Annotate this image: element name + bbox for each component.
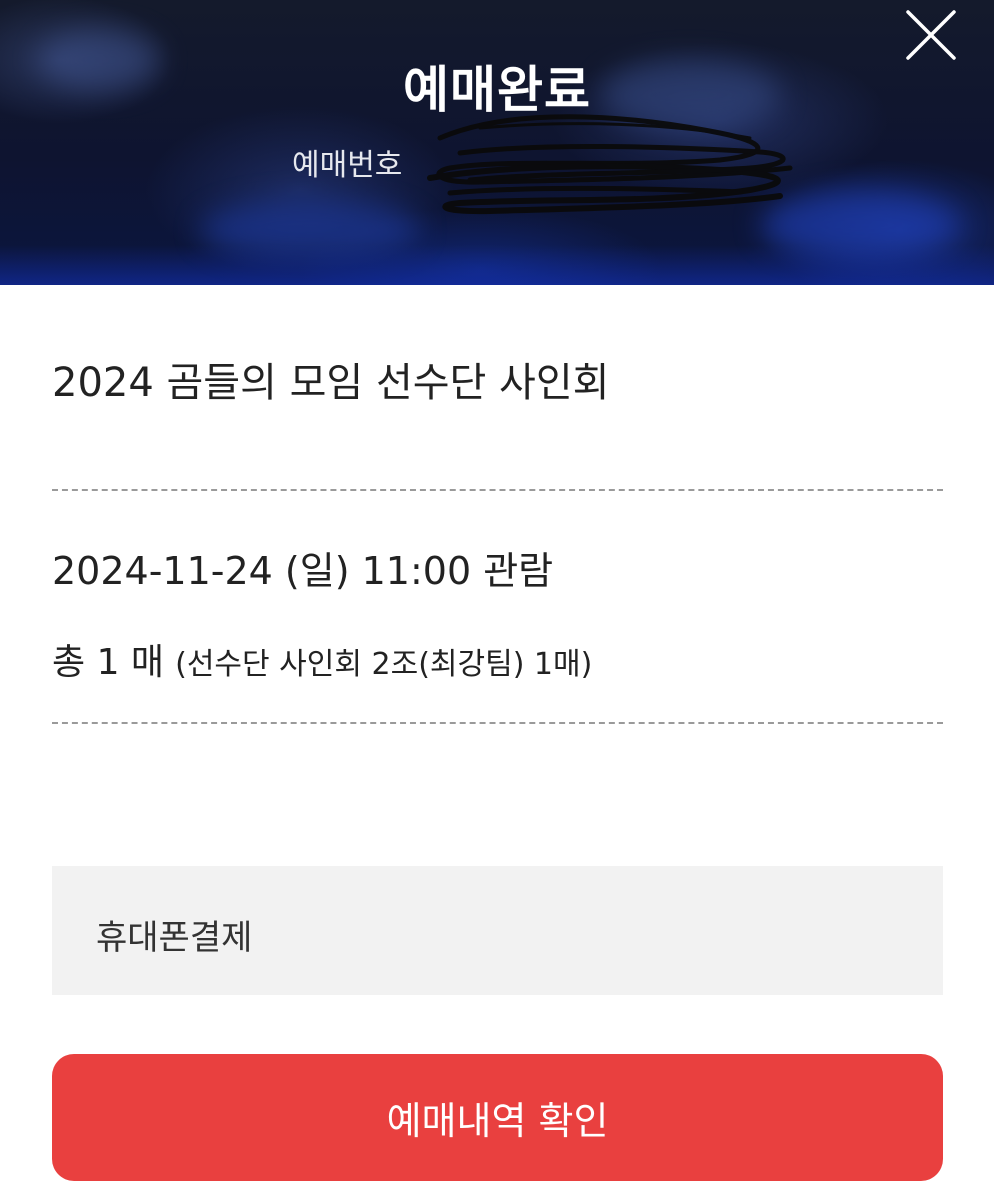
- event-title: 2024 곰들의 모임 선수단 사인회: [52, 360, 610, 406]
- view-booking-button[interactable]: 예매내역 확인: [52, 1054, 943, 1181]
- background-blur: [200, 200, 420, 260]
- payment-method-box: 휴대폰결제: [52, 866, 943, 995]
- ticket-quantity: 총 1 매 (선수단 사인회 2조(최강팀) 1매): [52, 633, 592, 685]
- ticket-detail: (선수단 사인회 2조(최강팀) 1매): [175, 647, 593, 682]
- ticket-total: 총 1 매: [52, 642, 165, 683]
- booking-number-row: 예매번호: [292, 140, 402, 184]
- dashed-divider: [52, 722, 943, 724]
- close-icon: [906, 10, 956, 60]
- close-button[interactable]: [904, 8, 958, 62]
- booking-number-label: 예매번호: [292, 148, 403, 183]
- view-booking-label: 예매내역 확인: [386, 1099, 609, 1143]
- event-date: 2024-11-24 (일) 11:00 관람: [52, 549, 554, 593]
- booking-complete-page: 예매완료 예매번호 2024 곰들의 모임 선수단 사인회 2024-11-24…: [0, 0, 994, 1200]
- payment-method: 휴대폰결제: [96, 918, 253, 958]
- header-banner: 예매완료 예매번호: [0, 0, 994, 285]
- redaction-scribble: [427, 114, 793, 215]
- dashed-divider: [52, 489, 943, 491]
